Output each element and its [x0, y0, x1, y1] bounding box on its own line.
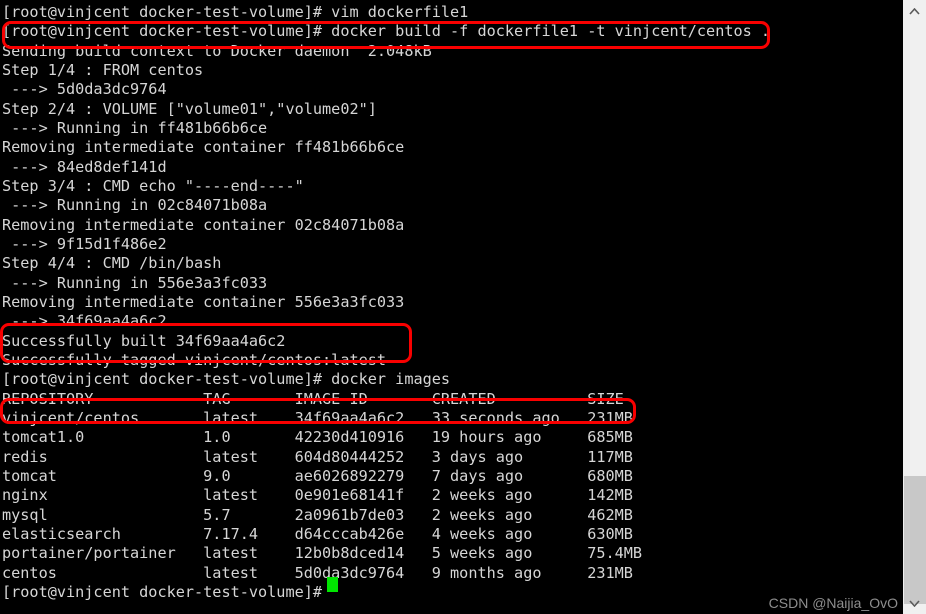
terminal-line: ---> 5d0da3dc9764 — [2, 80, 167, 99]
terminal-line: [root@vinjcent docker-test-volume]# dock… — [2, 370, 451, 389]
terminal-line: redis latest 604d80444252 3 days ago 117… — [2, 447, 633, 466]
terminal-cursor — [327, 577, 338, 592]
terminal-line: ---> Running in ff481b66b6ce — [2, 118, 268, 137]
terminal-line: portainer/portainer latest 12b0b8dced14 … — [2, 544, 643, 563]
terminal-window[interactable]: [root@vinjcent docker-test-volume]# vim … — [0, 0, 902, 614]
terminal-line: Step 3/4 : CMD echo "----end----" — [2, 176, 304, 195]
terminal-line: Step 4/4 : CMD /bin/bash — [2, 254, 222, 273]
terminal-line: Successfully tagged vinjcent/centos:late… — [2, 350, 387, 369]
terminal-line: Removing intermediate container ff481b66… — [2, 138, 405, 157]
terminal-line: nginx latest 0e901e68141f 2 weeks ago 14… — [2, 486, 633, 505]
terminal-line: [root@vinjcent docker-test-volume]# dock… — [2, 22, 771, 41]
scrollbar-thumb[interactable] — [904, 476, 926, 604]
terminal-line: ---> 9f15d1f486e2 — [2, 234, 167, 253]
terminal-line: elasticsearch 7.17.4 d64cccab426e 4 week… — [2, 524, 633, 543]
terminal-line: ---> 34f69aa4a6c2 — [2, 312, 167, 331]
terminal-line: REPOSITORY TAG IMAGE ID CREATED SIZE — [2, 389, 624, 408]
scroll-up-button[interactable] — [903, 0, 926, 22]
terminal-line: Successfully built 34f69aa4a6c2 — [2, 331, 286, 350]
terminal-line: tomcat1.0 1.0 42230d410916 19 hours ago … — [2, 428, 633, 447]
terminal-line: ---> Running in 02c84071b08a — [2, 196, 268, 215]
terminal-line: ---> Running in 556e3a3fc033 — [2, 273, 268, 292]
screenshot-root: [root@vinjcent docker-test-volume]# vim … — [0, 0, 926, 614]
terminal-line: Removing intermediate container 02c84071… — [2, 215, 405, 234]
terminal-line: centos latest 5d0da3dc9764 9 months ago … — [2, 563, 633, 582]
chevron-up-icon — [909, 7, 920, 15]
scroll-down-button[interactable] — [903, 592, 926, 614]
terminal-line: ---> 84ed8def141d — [2, 157, 167, 176]
chevron-down-icon — [909, 599, 920, 607]
terminal-line: Removing intermediate container 556e3a3f… — [2, 292, 405, 311]
terminal-line: Step 2/4 : VOLUME ["volume01","volume02"… — [2, 99, 377, 118]
vertical-scrollbar[interactable] — [902, 0, 926, 614]
terminal-line: vinjcent/centos latest 34f69aa4a6c2 33 s… — [2, 408, 633, 427]
watermark: CSDN @Naijia_OvO — [768, 595, 898, 611]
terminal-line: mysql 5.7 2a0961b7de03 2 weeks ago 462MB — [2, 505, 633, 524]
terminal-line: Sending build context to Docker daemon 2… — [2, 41, 432, 60]
terminal-line: tomcat 9.0 ae6026892279 7 days ago 680MB — [2, 466, 633, 485]
terminal-line: Step 1/4 : FROM centos — [2, 60, 204, 79]
terminal-line: [root@vinjcent docker-test-volume]# vim … — [2, 3, 469, 21]
terminal-line: [root@vinjcent docker-test-volume]# — [2, 582, 332, 601]
